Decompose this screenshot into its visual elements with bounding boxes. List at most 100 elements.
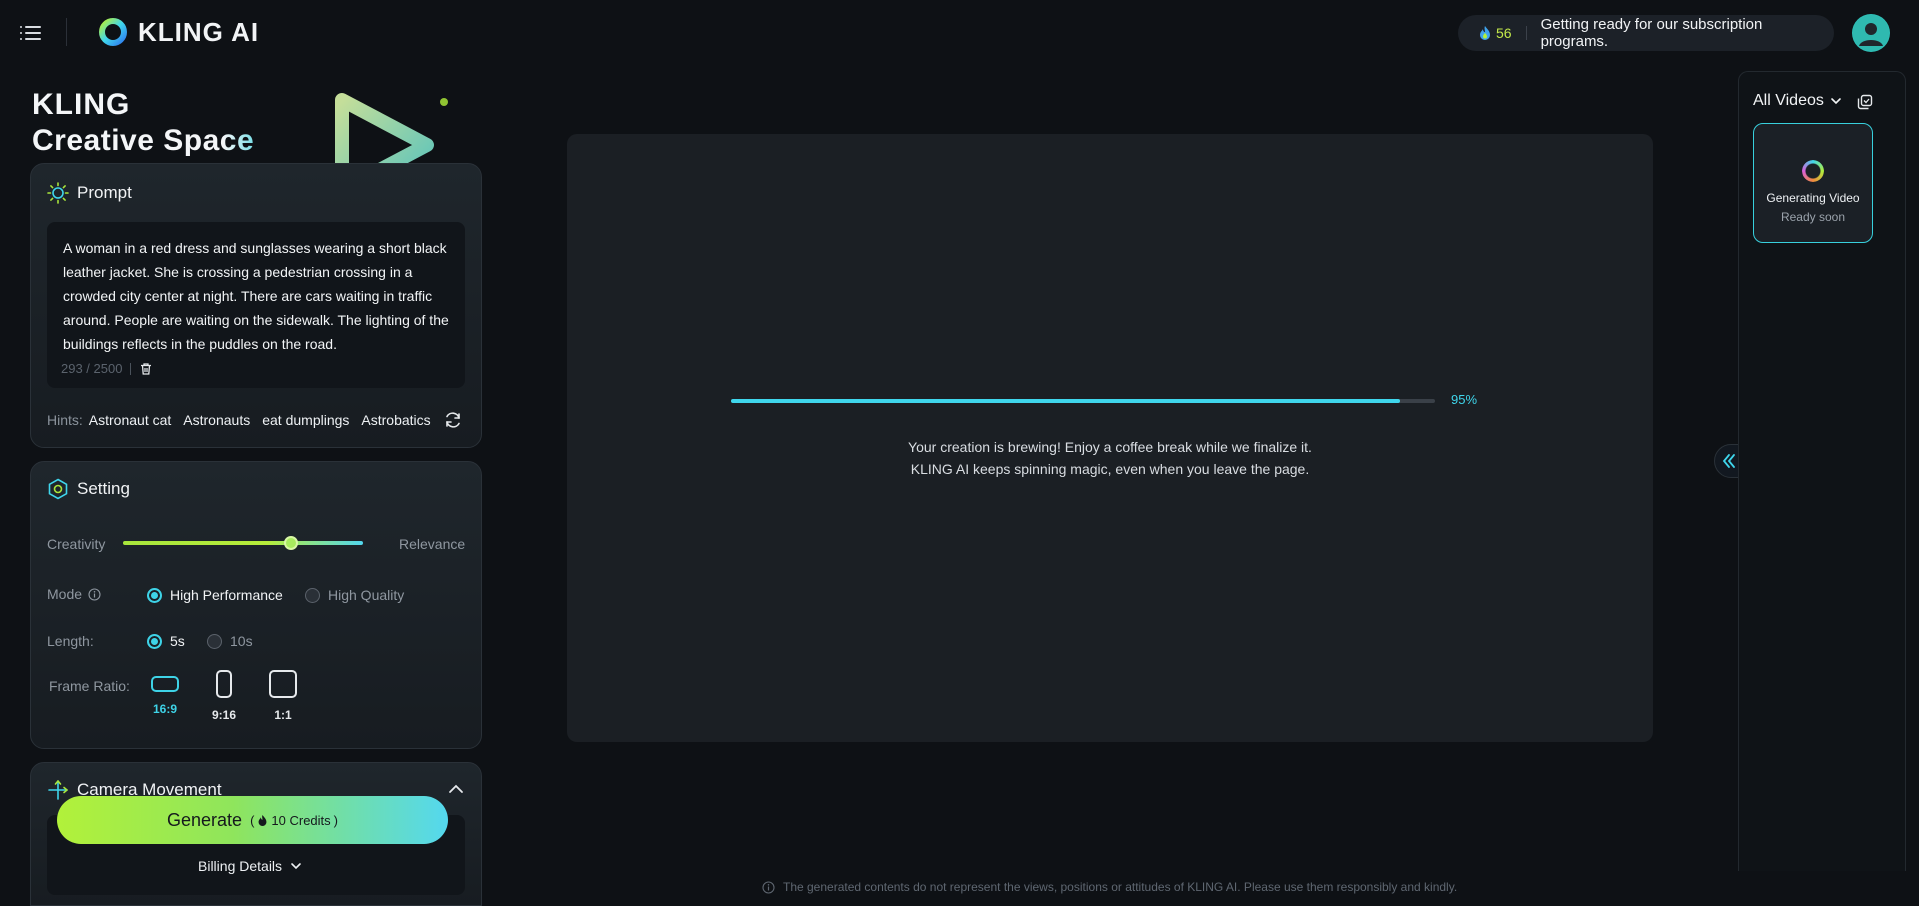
radio-dot — [207, 633, 222, 649]
mode-label-text: Mode — [47, 586, 83, 602]
all-videos-label: All Videos — [1753, 92, 1824, 109]
ratio-1-1[interactable]: 1:1 — [263, 670, 303, 722]
ratio-shape — [216, 670, 232, 698]
prompt-panel: Prompt A woman in a red dress and sungla… — [30, 163, 482, 448]
all-videos-dropdown[interactable]: All Videos — [1753, 92, 1842, 110]
info-icon — [762, 880, 775, 894]
hero-title-part-a: Creative Sp — [32, 124, 203, 157]
slider-label-relevance: Relevance — [399, 536, 466, 552]
disclaimer-text: The generated contents do not represent … — [783, 880, 1458, 894]
paren-open: ( — [250, 812, 255, 828]
videos-sidebar: All Videos Generating Video Ready soon — [1738, 71, 1906, 871]
pill-divider — [1525, 26, 1527, 40]
loading-spinner-icon — [1802, 160, 1824, 182]
copy-icon[interactable] — [1857, 94, 1873, 110]
kling-logo-icon — [99, 18, 127, 46]
menu-icon[interactable] — [20, 22, 42, 44]
hint-chip[interactable]: Astronaut cat — [89, 412, 172, 428]
hint-chip[interactable]: Astrobatics — [361, 412, 430, 428]
announcement-pill[interactable]: 56 Getting ready for our subscription pr… — [1458, 15, 1834, 51]
hint-chip[interactable]: eat dumplings — [262, 412, 349, 428]
frame-ratio-label: Frame Ratio: — [49, 678, 130, 694]
chevron-up-icon[interactable] — [448, 783, 464, 795]
flame-icon — [1480, 26, 1490, 40]
credits-amount: 10 Credits — [271, 812, 331, 828]
header-divider — [66, 18, 67, 46]
radio-label: 5s — [170, 633, 185, 649]
ratio-shape — [269, 670, 297, 698]
prompt-textarea[interactable]: A woman in a red dress and sunglasses we… — [47, 222, 465, 388]
hexagon-icon — [48, 478, 68, 500]
generate-label: Generate — [167, 809, 243, 830]
brand-name: KLING AI — [138, 16, 260, 47]
progress-bar — [731, 399, 1435, 403]
avatar-icon — [1853, 15, 1889, 51]
progress-fill — [731, 399, 1400, 403]
hints-row: Hints: Astronaut cat Astronauts eat dump… — [47, 412, 443, 428]
generate-button[interactable]: Generate ( 10 Credits ) — [57, 796, 448, 844]
radio-dot — [147, 633, 162, 649]
status-message-line1: Your creation is brewing! Enjoy a coffee… — [908, 439, 1312, 455]
hero-title-part-b: ace — [202, 124, 255, 157]
ratio-label: 1:1 — [274, 708, 292, 722]
card-subtitle: Ready soon — [1780, 210, 1846, 224]
info-icon[interactable] — [88, 587, 101, 601]
camera-move-icon — [48, 780, 68, 800]
radio-label: 10s — [230, 633, 253, 649]
slider-thumb[interactable] — [284, 536, 298, 550]
prompt-text[interactable]: A woman in a red dress and sunglasses we… — [63, 236, 449, 356]
mode-label: Mode — [47, 586, 101, 602]
settings-title: Setting — [77, 479, 130, 498]
radio-dot — [147, 587, 162, 603]
radio-label: High Performance — [170, 587, 283, 603]
card-title: Generating Video — [1766, 191, 1860, 205]
length-option-5s[interactable]: 5s — [147, 633, 185, 649]
top-bar: KLING AI 56 Getting ready for our subscr… — [0, 0, 1919, 66]
refresh-icon[interactable] — [443, 410, 463, 430]
billing-details-toggle[interactable]: Billing Details — [198, 858, 302, 874]
length-option-10s[interactable]: 10s — [207, 633, 253, 649]
trash-icon[interactable] — [139, 362, 153, 376]
ratio-16-9[interactable]: 16:9 — [145, 670, 185, 716]
length-label: Length: — [47, 633, 94, 649]
status-message-line2: KLING AI keeps spinning magic, even when… — [910, 461, 1310, 477]
slider-label-creativity: Creativity — [47, 536, 106, 552]
ratio-9-16[interactable]: 9:16 — [204, 670, 244, 722]
double-chevron-left-icon — [1722, 454, 1735, 468]
sun-icon — [47, 182, 69, 204]
avatar[interactable] — [1852, 14, 1890, 52]
chevron-down-icon — [291, 863, 301, 870]
prompt-footer: 293 / 2500 — [61, 361, 153, 376]
video-stage: 95% Your creation is brewing! Enjoy a co… — [567, 134, 1653, 742]
radio-label: High Quality — [328, 587, 405, 603]
char-counter: 293 / 2500 — [61, 361, 123, 376]
ratio-label: 16:9 — [152, 702, 178, 716]
creativity-relevance-slider[interactable] — [123, 536, 363, 550]
settings-header: Setting — [47, 478, 130, 500]
brand-logo[interactable]: KLING AI — [96, 14, 259, 50]
creative-space-heading: KLING Creative Space — [32, 88, 254, 158]
hero-title-line1: KLING — [32, 88, 131, 121]
prompt-header: Prompt — [47, 182, 132, 204]
hint-chip[interactable]: Astronauts — [183, 412, 250, 428]
prompt-title: Prompt — [77, 183, 132, 202]
billing-label: Billing Details — [198, 858, 283, 874]
chevron-down-icon — [1831, 98, 1841, 105]
settings-panel: Setting Creativity Relevance Mode High P… — [30, 461, 482, 749]
ratio-shape — [151, 676, 179, 692]
generate-credits: ( 10 Credits ) — [250, 813, 338, 828]
announcement-text: Getting ready for our subscription progr… — [1540, 16, 1763, 50]
progress-percent: 95% — [1451, 392, 1478, 407]
credit-count: 56 — [1496, 25, 1512, 41]
hero-title-line2: Creative Space — [32, 124, 254, 158]
radio-dot — [305, 587, 320, 603]
counter-divider — [130, 362, 132, 375]
paren-close: ) — [333, 812, 338, 828]
mode-option-high-performance[interactable]: High Performance — [147, 587, 283, 603]
generating-video-card[interactable]: Generating Video Ready soon — [1753, 123, 1873, 243]
footer-disclaimer: The generated contents do not represent … — [762, 880, 1457, 894]
mode-option-high-quality[interactable]: High Quality — [305, 587, 404, 603]
hints-label: Hints: — [47, 412, 83, 428]
flame-icon — [258, 814, 267, 826]
ratio-label: 9:16 — [211, 708, 237, 722]
